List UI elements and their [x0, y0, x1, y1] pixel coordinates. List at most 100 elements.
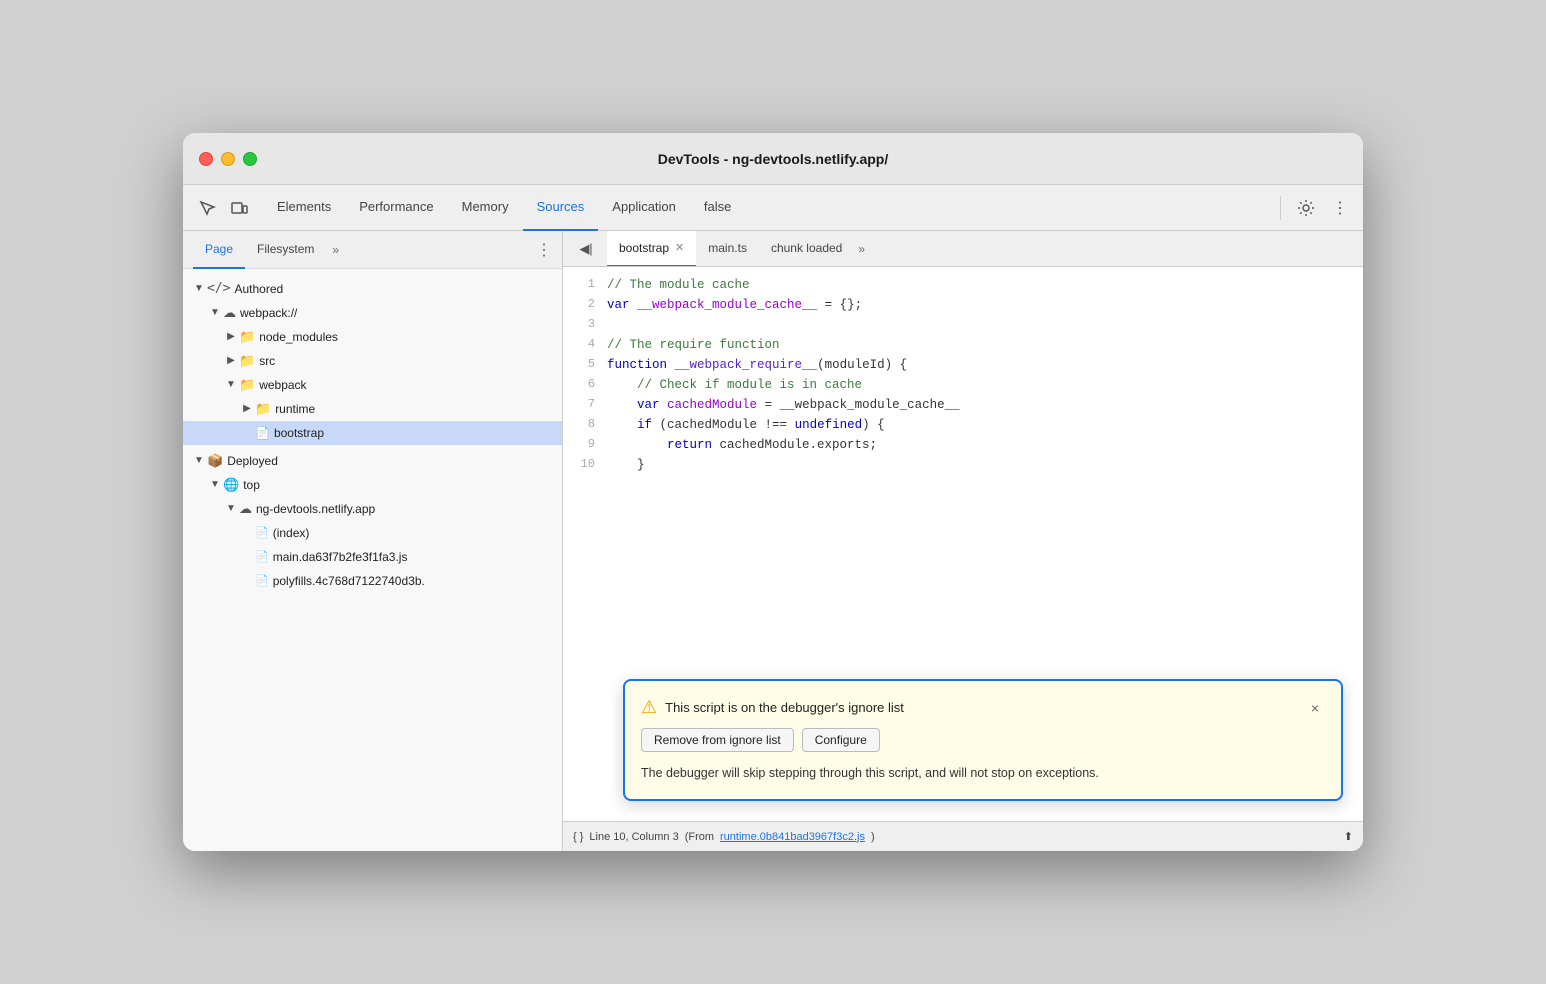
code-line-4: 4 // The require function	[563, 335, 1363, 355]
tree-item-netlify[interactable]: ▼ ☁ ng-devtools.netlify.app	[183, 497, 562, 521]
tree-item-src[interactable]: ▶ 📁 src	[183, 349, 562, 373]
webpack-root-label: webpack://	[240, 303, 297, 323]
tab-application[interactable]: Application	[598, 185, 690, 231]
tree-item-webpack[interactable]: ▼ 📁 webpack	[183, 373, 562, 397]
remove-from-ignore-list-button[interactable]: Remove from ignore list	[641, 728, 794, 752]
file-icon-main-js: 📄	[255, 547, 269, 567]
status-source-link[interactable]: runtime.0b841bad3967f3c2.js	[720, 831, 865, 843]
box-icon: 📦	[207, 451, 223, 471]
tree-item-webpack-root[interactable]: ▼ ☁ webpack://	[183, 301, 562, 325]
arrow-deployed: ▼	[191, 451, 207, 471]
authored-icon: </>	[207, 279, 230, 299]
file-icon-bootstrap: 📄	[255, 423, 270, 443]
line-code-3	[607, 315, 615, 335]
cloud-icon: ☁	[223, 303, 236, 323]
status-position: Line 10, Column 3	[589, 831, 678, 843]
code-tab-bootstrap[interactable]: bootstrap ✕	[607, 231, 696, 267]
code-line-2: 2 var __webpack_module_cache__ = {};	[563, 295, 1363, 315]
ignore-list-popup: ⚠ This script is on the debugger's ignor…	[623, 679, 1343, 801]
tree-item-node-modules[interactable]: ▶ 📁 node_modules	[183, 325, 562, 349]
status-braces[interactable]: { }	[573, 831, 583, 843]
code-line-7: 7 var cachedModule = __webpack_module_ca…	[563, 395, 1363, 415]
tree-item-authored[interactable]: ▼ </> Authored	[183, 277, 562, 301]
sidebar-tab-filesystem[interactable]: Filesystem	[245, 231, 326, 269]
tree-item-runtime[interactable]: ▶ 📁 runtime	[183, 397, 562, 421]
arrow-netlify: ▼	[223, 499, 239, 519]
popup-description: The debugger will skip stepping through …	[641, 764, 1325, 783]
close-tab-bootstrap[interactable]: ✕	[675, 241, 684, 254]
tree-item-main-js[interactable]: ▶ 📄 main.da63f7b2fe3f1fa3.js	[183, 545, 562, 569]
index-label: (index)	[273, 523, 310, 543]
line-code-10: }	[607, 455, 645, 475]
minimize-button[interactable]	[221, 152, 235, 166]
line-code-4: // The require function	[607, 335, 780, 355]
more-options-icon[interactable]: ⋮	[1325, 193, 1355, 223]
titlebar: DevTools - ng-devtools.netlify.app/	[183, 133, 1363, 185]
polyfills-label: polyfills.4c768d7122740d3b.	[273, 571, 425, 591]
tab-performance[interactable]: Performance	[345, 185, 447, 231]
tab-memory[interactable]: Memory	[448, 185, 523, 231]
warning-icon: ⚠	[641, 697, 657, 718]
code-line-10: 10 }	[563, 455, 1363, 475]
inspect-icon[interactable]	[191, 192, 223, 224]
tree-item-polyfills[interactable]: ▶ 📄 polyfills.4c768d7122740d3b.	[183, 569, 562, 593]
line-code-2: var __webpack_module_cache__ = {};	[607, 295, 862, 315]
device-icon[interactable]	[223, 192, 255, 224]
tree-item-index[interactable]: ▶ 📄 (index)	[183, 521, 562, 545]
cloud-icon-netlify: ☁	[239, 499, 252, 519]
main-content: Page Filesystem » ⋮ ▼ </> Authored ▼	[183, 231, 1363, 851]
line-num-5: 5	[563, 355, 607, 374]
line-num-10: 10	[563, 455, 607, 474]
webpack-label: webpack	[259, 375, 306, 395]
tab-sources[interactable]: Sources	[523, 185, 599, 231]
line-code-6: // Check if module is in cache	[607, 375, 862, 395]
tab-elements[interactable]: Elements	[263, 185, 345, 231]
line-num-6: 6	[563, 375, 607, 394]
configure-button[interactable]: Configure	[802, 728, 880, 752]
sidebar-tabs: Page Filesystem » ⋮	[183, 231, 562, 269]
tree-item-bootstrap[interactable]: ▶ 📄 bootstrap	[183, 421, 562, 445]
popup-buttons: Remove from ignore list Configure	[641, 728, 1325, 752]
node-modules-label: node_modules	[259, 327, 338, 347]
maximize-button[interactable]	[243, 152, 257, 166]
arrow-runtime: ▶	[239, 399, 255, 419]
popup-close-button[interactable]: ×	[1305, 698, 1325, 718]
popup-header: ⚠ This script is on the debugger's ignor…	[641, 697, 1325, 718]
close-button[interactable]	[199, 152, 213, 166]
tab-more[interactable]: false	[690, 185, 745, 231]
scroll-to-top-icon[interactable]: ⬆	[1344, 830, 1353, 843]
runtime-label: runtime	[275, 399, 315, 419]
arrow-node-modules: ▶	[223, 327, 239, 347]
code-tab-more-chevron[interactable]: »	[854, 242, 869, 256]
arrow-top: ▼	[207, 475, 223, 495]
bootstrap-label: bootstrap	[274, 423, 324, 443]
code-line-9: 9 return cachedModule.exports;	[563, 435, 1363, 455]
window-title: DevTools - ng-devtools.netlify.app/	[658, 151, 889, 167]
code-line-1: 1 // The module cache	[563, 275, 1363, 295]
code-line-3: 3	[563, 315, 1363, 335]
hide-sidebar-icon[interactable]: ◀|	[571, 234, 601, 264]
deployed-label: Deployed	[227, 451, 278, 471]
code-tabs: ◀| bootstrap ✕ main.ts chunk loaded »	[563, 231, 1363, 267]
line-num-8: 8	[563, 415, 607, 434]
netlify-label: ng-devtools.netlify.app	[256, 499, 375, 519]
file-tree: ▼ </> Authored ▼ ☁ webpack:// ▶ 📁 node_m…	[183, 269, 562, 851]
settings-icon[interactable]	[1291, 193, 1321, 223]
src-label: src	[259, 351, 275, 371]
status-bar: { } Line 10, Column 3 (From runtime.0b84…	[563, 821, 1363, 851]
line-num-2: 2	[563, 295, 607, 314]
main-js-label: main.da63f7b2fe3f1fa3.js	[273, 547, 408, 567]
devtools-window: DevTools - ng-devtools.netlify.app/ Elem…	[183, 133, 1363, 851]
globe-icon: 🌐	[223, 475, 239, 495]
tree-item-deployed[interactable]: ▼ 📦 Deployed	[183, 449, 562, 473]
sidebar-dots-menu[interactable]: ⋮	[536, 240, 552, 260]
code-line-5: 5 function __webpack_require__(moduleId)…	[563, 355, 1363, 375]
sidebar-tab-more-chevron[interactable]: »	[326, 243, 345, 257]
code-tab-main-ts[interactable]: main.ts	[696, 231, 759, 267]
tree-item-top[interactable]: ▼ 🌐 top	[183, 473, 562, 497]
sidebar-tab-page[interactable]: Page	[193, 231, 245, 269]
code-tab-chunk-loaded[interactable]: chunk loaded	[759, 231, 854, 267]
tabs-right-controls: ⋮	[1274, 193, 1355, 223]
status-close-paren: )	[871, 831, 875, 843]
arrow-webpack-dir: ▼	[223, 375, 239, 395]
